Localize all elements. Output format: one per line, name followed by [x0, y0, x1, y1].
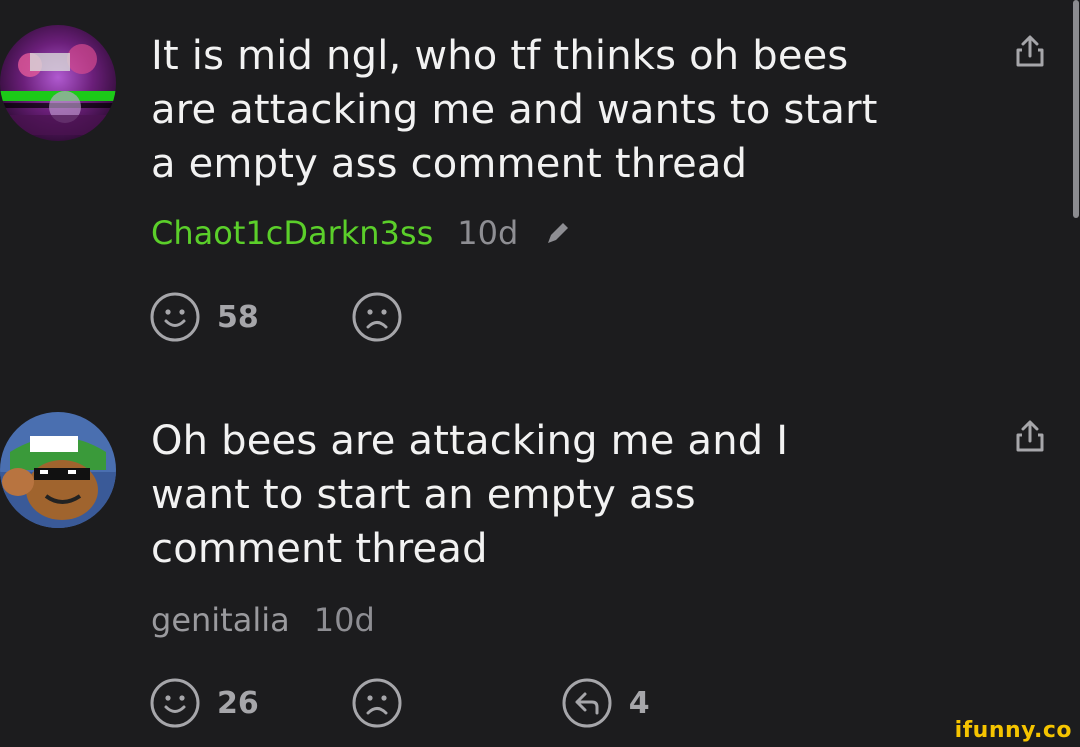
username[interactable]: genitalia	[151, 600, 290, 640]
like-count: 26	[217, 685, 259, 721]
reply-icon	[562, 678, 612, 728]
comment-meta: Chaot1cDarkn3ss 10d	[151, 213, 574, 253]
reply-count: 4	[628, 685, 650, 721]
frown-icon	[352, 292, 402, 342]
share-icon[interactable]	[1010, 32, 1050, 72]
timestamp: 10d	[457, 214, 519, 252]
like-count: 58	[217, 299, 259, 335]
username[interactable]: Chaot1cDarkn3ss	[151, 213, 433, 253]
dislike-button[interactable]	[351, 291, 403, 343]
avatar-chaot1cdarkn3ss[interactable]	[0, 25, 116, 141]
timestamp: 10d	[313, 601, 375, 639]
reaction-bar: 58	[149, 290, 403, 344]
watermark: ifunny.co	[954, 718, 1072, 743]
share-icon[interactable]	[1010, 417, 1050, 457]
comment-text: It is mid ngl, who tf thinks oh bees are…	[151, 33, 878, 187]
smiley-icon	[150, 292, 200, 342]
like-button[interactable]: 26	[149, 677, 259, 729]
reaction-bar: 26 4	[149, 676, 650, 730]
comment-meta: genitalia 10d	[151, 600, 375, 640]
reply-button[interactable]: 4	[561, 677, 650, 729]
comment-text: Oh bees are attacking me and I want to s…	[151, 418, 789, 572]
frown-icon	[352, 678, 402, 728]
comment-1: It is mid ngl, who tf thinks oh bees are…	[0, 0, 1080, 380]
dislike-button[interactable]	[351, 677, 403, 729]
pencil-icon	[548, 223, 569, 243]
avatar-genitalia[interactable]	[0, 412, 116, 528]
avatar-image	[0, 412, 116, 528]
avatar-image	[0, 25, 116, 141]
smiley-icon	[150, 678, 200, 728]
comment-2: Oh bees are attacking me and I want to s…	[0, 380, 1080, 747]
like-button[interactable]: 58	[149, 291, 259, 343]
